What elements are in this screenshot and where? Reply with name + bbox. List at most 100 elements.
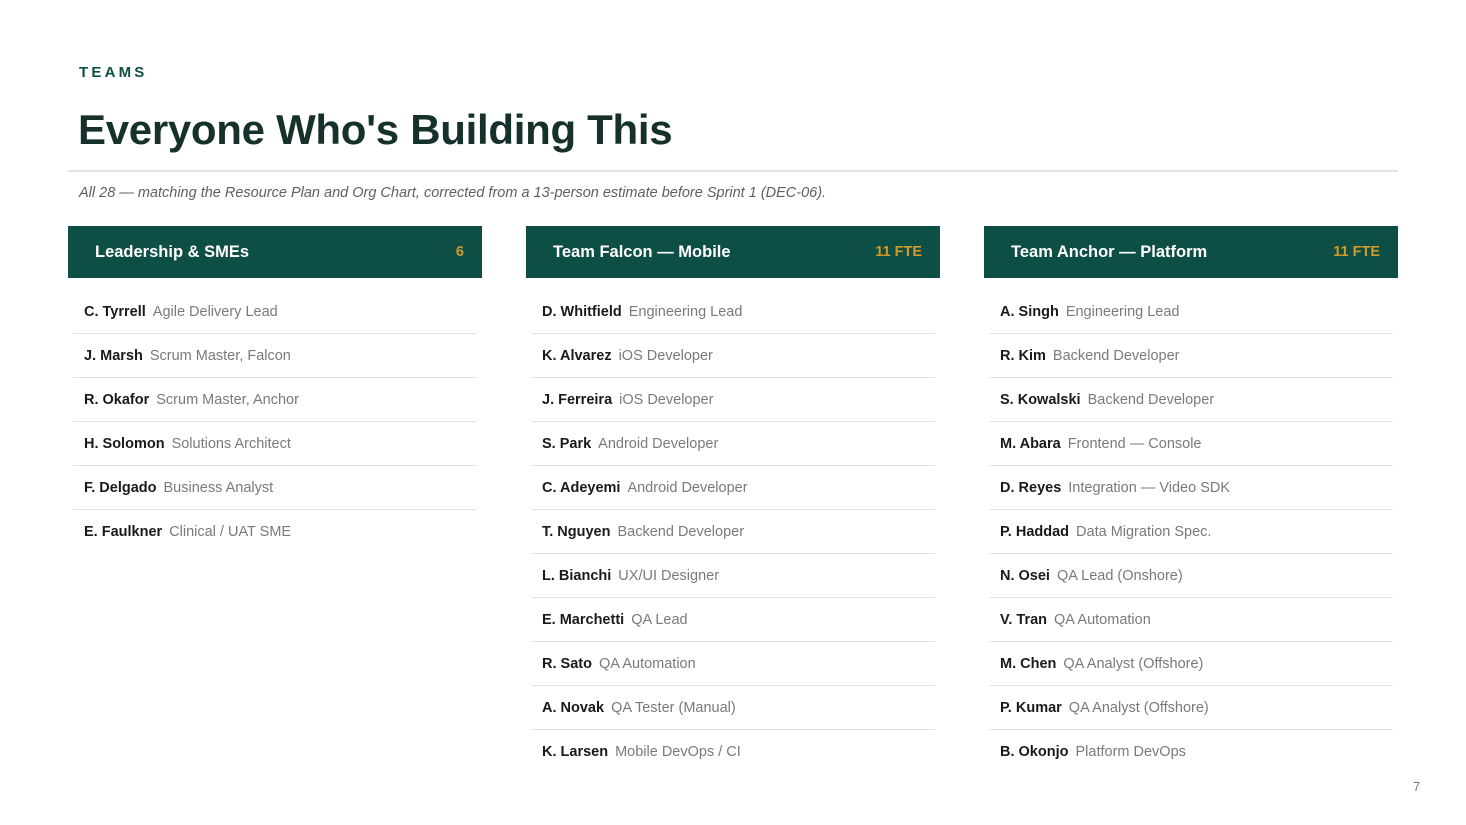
section-eyebrow: TEAMS [79,64,148,81]
member-name: T. Nguyen [542,523,611,540]
member-name: J. Ferreira [542,391,613,408]
member-name: R. Sato [542,655,592,672]
member-name: A. Novak [542,699,605,716]
team-column-anchor: Team Anchor — Platform 11 FTE A. Singh En… [984,226,1398,774]
member-name: P. Haddad [1000,523,1070,540]
member-row: A. Singh Engineering Lead [989,290,1393,334]
team-headcount: 11 FTE [1333,244,1380,260]
member-role: Scrum Master, Anchor [156,391,299,408]
member-row: B. Okonjo Platform DevOps [989,730,1393,774]
member-role: Frontend — Console [1067,435,1202,452]
member-list: D. Whitfield Engineering Lead K. Alvarez iO… [526,290,940,774]
member-name: M. Chen [1000,655,1057,672]
member-role: UX/UI Designer [618,567,720,584]
member-name: P. Kumar [1000,699,1062,716]
team-column-header: Team Anchor — Platform 11 FTE [984,226,1398,278]
member-row: V. Tran QA Automation [989,598,1393,642]
member-role: QA Analyst (Offshore) [1063,655,1204,672]
member-name: V. Tran [1000,611,1048,628]
member-role: Backend Developer [1052,347,1180,364]
member-name: R. Kim [1000,347,1046,364]
member-row: N. Osei QA Lead (Onshore) [989,554,1393,598]
member-name: K. Larsen [542,744,609,760]
member-row: A. Novak QA Tester (Manual) [531,686,935,730]
team-headcount: 11 FTE [875,244,922,260]
member-name: E. Faulkner [84,524,163,540]
member-name: M. Abara [1000,435,1061,452]
member-role: QA Tester (Manual) [611,699,736,716]
member-name: C. Adeyemi [542,479,621,496]
member-role: Data Migration Spec. [1076,523,1212,540]
member-role: Platform DevOps [1075,744,1186,760]
team-column-header: Leadership & SMEs 6 [68,226,482,278]
member-role: Android Developer [627,479,748,496]
member-row: R. Sato QA Automation [531,642,935,686]
team-headcount: 6 [455,244,464,260]
member-row: E. Marchetti QA Lead [531,598,935,642]
team-column-leadership: Leadership & SMEs 6 C. Tyrrell Agile Deli… [68,226,482,554]
member-name: J. Marsh [84,347,143,364]
member-row: R. Okafor Scrum Master, Anchor [73,378,477,422]
member-row: C. Adeyemi Android Developer [531,466,935,510]
member-role: Backend Developer [1087,391,1215,408]
team-column-falcon: Team Falcon — Mobile 11 FTE D. Whitfield… [526,226,940,774]
member-name: N. Osei [1000,567,1050,584]
member-row: J. Ferreira iOS Developer [531,378,935,422]
member-list: C. Tyrrell Agile Delivery Lead J. Marsh Scr… [68,290,482,554]
member-role: QA Lead (Onshore) [1056,567,1183,584]
member-row: S. Kowalski Backend Developer [989,378,1393,422]
member-name: C. Tyrrell [84,303,146,320]
member-role: Agile Delivery Lead [152,303,278,320]
member-list: A. Singh Engineering Lead R. Kim Backend De… [984,290,1398,774]
member-role: Engineering Lead [628,303,743,320]
member-role: Integration — Video SDK [1068,479,1231,496]
member-role: Mobile DevOps / CI [615,744,741,760]
member-name: K. Alvarez [542,347,612,364]
member-role: iOS Developer [618,347,713,364]
member-name: A. Singh [1000,303,1059,320]
member-name: R. Okafor [84,391,150,408]
member-name: B. Okonjo [1000,744,1069,760]
team-title: Leadership & SMEs [95,242,250,261]
title-divider [68,170,1398,172]
member-role: QA Lead [631,611,688,628]
member-row: M. Chen QA Analyst (Offshore) [989,642,1393,686]
member-role: Backend Developer [617,523,745,540]
member-row: J. Marsh Scrum Master, Falcon [73,334,477,378]
member-row: K. Alvarez iOS Developer [531,334,935,378]
member-name: L. Bianchi [542,567,612,584]
member-role: QA Automation [1054,611,1151,628]
member-role: Engineering Lead [1065,303,1180,320]
page-subtitle: All 28 — matching the Resource Plan and … [79,185,827,201]
member-role: QA Automation [598,655,696,672]
member-row: E. Faulkner Clinical / UAT SME [73,510,477,554]
member-row: D. Whitfield Engineering Lead [531,290,935,334]
member-name: D. Whitfield [542,303,622,320]
member-name: S. Kowalski [1000,391,1081,408]
member-row: F. Delgado Business Analyst [73,466,477,510]
member-row: R. Kim Backend Developer [989,334,1393,378]
member-role: Scrum Master, Falcon [149,347,291,364]
member-row: M. Abara Frontend — Console [989,422,1393,466]
member-name: H. Solomon [84,435,165,452]
member-row: L. Bianchi UX/UI Designer [531,554,935,598]
page-number: 7 [1413,779,1421,794]
member-row: C. Tyrrell Agile Delivery Lead [73,290,477,334]
member-role: iOS Developer [619,391,714,408]
team-title: Team Anchor — Platform [1011,242,1208,261]
team-title: Team Falcon — Mobile [553,242,731,261]
member-row: H. Solomon Solutions Architect [73,422,477,466]
member-row: P. Kumar QA Analyst (Offshore) [989,686,1393,730]
member-row: P. Haddad Data Migration Spec. [989,510,1393,554]
member-name: S. Park [542,435,592,452]
member-role: Android Developer [598,435,719,452]
team-column-header: Team Falcon — Mobile 11 FTE [526,226,940,278]
member-name: F. Delgado [84,479,157,496]
member-row: S. Park Android Developer [531,422,935,466]
member-name: E. Marchetti [542,611,625,628]
member-role: QA Analyst (Offshore) [1068,699,1209,716]
page-title: Everyone Who's Building This [78,106,673,153]
member-role: Solutions Architect [171,435,291,452]
member-role: Business Analyst [163,479,274,496]
member-name: D. Reyes [1000,479,1062,496]
